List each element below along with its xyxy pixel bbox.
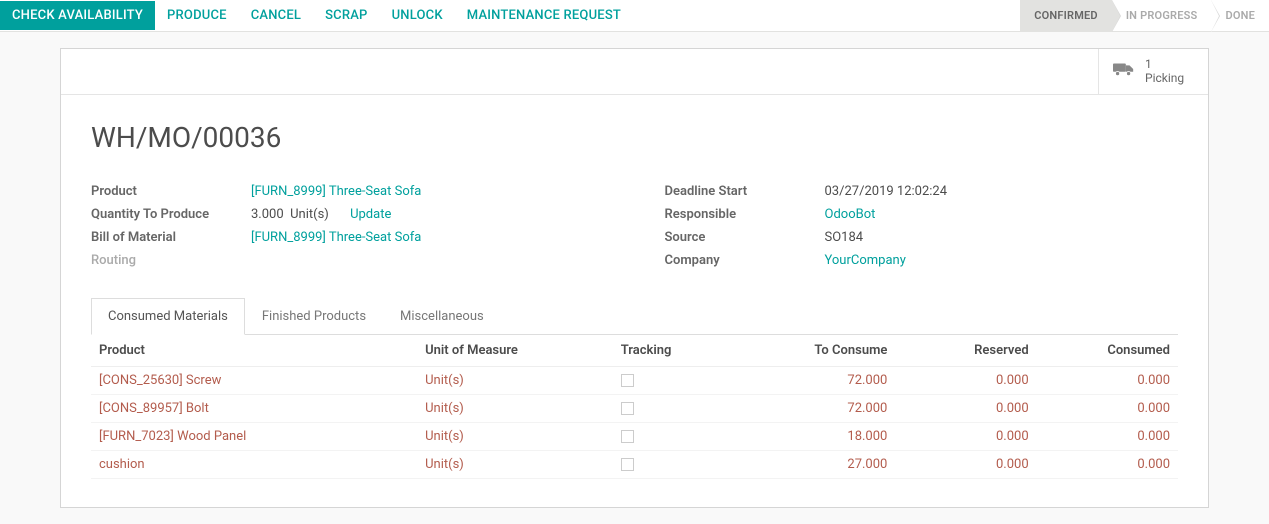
deadline-label: Deadline Start [665, 184, 825, 199]
scrap-button[interactable]: SCRAP [313, 1, 379, 30]
header-bar: CHECK AVAILABILITY PRODUCE CANCEL SCRAP … [0, 0, 1269, 32]
source-row: Source SO184 [665, 226, 1179, 249]
tab-finished-products[interactable]: Finished Products [245, 298, 383, 335]
deadline-value: 03/27/2019 12:02:24 [825, 184, 1179, 199]
cell-consumed: 0.000 [1037, 450, 1178, 478]
quantity-value: 3.000 [251, 207, 284, 222]
produce-button[interactable]: PRODUCE [155, 1, 239, 30]
maintenance-request-button[interactable]: MAINTENANCE REQUEST [455, 1, 633, 30]
table-row[interactable]: [FURN_7023] Wood PanelUnit(s)18.0000.000… [91, 422, 1178, 450]
table-row[interactable]: [CONS_89957] BoltUnit(s)72.0000.0000.000 [91, 394, 1178, 422]
deadline-row: Deadline Start 03/27/2019 12:02:24 [665, 180, 1179, 203]
tracking-checkbox[interactable] [621, 374, 634, 387]
cell-consumed: 0.000 [1037, 394, 1178, 422]
quantity-row: Quantity To Produce 3.000 Unit(s) Update [91, 203, 605, 226]
product-label: Product [91, 184, 251, 199]
tracking-checkbox[interactable] [621, 430, 634, 443]
cell-reserved: 0.000 [895, 366, 1036, 394]
cell-tracking [613, 366, 743, 394]
routing-label: Routing [91, 253, 251, 268]
picking-stat-button[interactable]: 1 Picking [1098, 49, 1208, 94]
cell-uom: Unit(s) [417, 450, 613, 478]
table-header-row: Product Unit of Measure Tracking To Cons… [91, 335, 1178, 367]
quantity-label: Quantity To Produce [91, 207, 251, 222]
sheet-wrap: 1 Picking WH/MO/00036 Product [FURN_8999… [0, 32, 1269, 524]
unlock-button[interactable]: UNLOCK [380, 1, 455, 30]
table-row[interactable]: [CONS_25630] ScrewUnit(s)72.0000.0000.00… [91, 366, 1178, 394]
form-grid: Product [FURN_8999] Three-Seat Sofa Quan… [91, 180, 1178, 272]
bom-value[interactable]: [FURN_8999] Three-Seat Sofa [251, 230, 605, 245]
col-uom[interactable]: Unit of Measure [417, 335, 613, 367]
quantity-value-wrap: 3.000 Unit(s) Update [251, 207, 605, 222]
status-in-progress[interactable]: IN PROGRESS [1112, 0, 1212, 31]
cell-tracking [613, 422, 743, 450]
picking-count: 1 [1145, 57, 1184, 71]
col-reserved[interactable]: Reserved [895, 335, 1036, 367]
product-row: Product [FURN_8999] Three-Seat Sofa [91, 180, 605, 203]
quantity-uom: Unit(s) [290, 207, 329, 222]
company-label: Company [665, 253, 825, 268]
status-bar: CONFIRMED IN PROGRESS DONE [1020, 0, 1269, 31]
stat-buttons: 1 Picking [61, 49, 1208, 95]
picking-label: Picking [1145, 71, 1184, 85]
tabs: Consumed Materials Finished Products Mis… [91, 298, 1178, 335]
responsible-label: Responsible [665, 207, 825, 222]
truck-icon [1113, 61, 1135, 81]
company-value[interactable]: YourCompany [825, 253, 1179, 268]
source-label: Source [665, 230, 825, 245]
action-buttons: CHECK AVAILABILITY PRODUCE CANCEL SCRAP … [0, 0, 633, 31]
cell-to-consume: 27.000 [743, 450, 895, 478]
cell-product[interactable]: [FURN_7023] Wood Panel [91, 422, 417, 450]
product-value[interactable]: [FURN_8999] Three-Seat Sofa [251, 184, 605, 199]
tracking-checkbox[interactable] [621, 458, 634, 471]
bom-row: Bill of Material [FURN_8999] Three-Seat … [91, 226, 605, 249]
source-value: SO184 [825, 230, 1179, 245]
tracking-checkbox[interactable] [621, 402, 634, 415]
check-availability-button[interactable]: CHECK AVAILABILITY [0, 1, 155, 30]
consumed-materials-table: Product Unit of Measure Tracking To Cons… [91, 335, 1178, 479]
cell-consumed: 0.000 [1037, 366, 1178, 394]
col-tracking[interactable]: Tracking [613, 335, 743, 367]
update-quantity-link[interactable]: Update [350, 207, 391, 222]
cell-product[interactable]: [CONS_25630] Screw [91, 366, 417, 394]
responsible-value[interactable]: OdooBot [825, 207, 1179, 222]
cell-to-consume: 72.000 [743, 366, 895, 394]
right-column: Deadline Start 03/27/2019 12:02:24 Respo… [665, 180, 1179, 272]
cancel-button[interactable]: CANCEL [239, 1, 313, 30]
bom-label: Bill of Material [91, 230, 251, 245]
cell-tracking [613, 450, 743, 478]
col-product[interactable]: Product [91, 335, 417, 367]
sheet-body: WH/MO/00036 Product [FURN_8999] Three-Se… [61, 95, 1208, 499]
left-column: Product [FURN_8999] Three-Seat Sofa Quan… [91, 180, 605, 272]
company-row: Company YourCompany [665, 249, 1179, 272]
col-consumed[interactable]: Consumed [1037, 335, 1178, 367]
cell-tracking [613, 394, 743, 422]
routing-row: Routing [91, 249, 605, 272]
form-sheet: 1 Picking WH/MO/00036 Product [FURN_8999… [60, 48, 1209, 508]
tab-consumed-materials[interactable]: Consumed Materials [91, 298, 245, 335]
cell-product[interactable]: cushion [91, 450, 417, 478]
cell-to-consume: 72.000 [743, 394, 895, 422]
cell-reserved: 0.000 [895, 450, 1036, 478]
table-row[interactable]: cushionUnit(s)27.0000.0000.000 [91, 450, 1178, 478]
cell-product[interactable]: [CONS_89957] Bolt [91, 394, 417, 422]
cell-reserved: 0.000 [895, 394, 1036, 422]
cell-uom: Unit(s) [417, 394, 613, 422]
page-title: WH/MO/00036 [91, 121, 1178, 154]
cell-to-consume: 18.000 [743, 422, 895, 450]
status-confirmed[interactable]: CONFIRMED [1020, 0, 1112, 31]
responsible-row: Responsible OdooBot [665, 203, 1179, 226]
stat-lines: 1 Picking [1145, 57, 1184, 86]
cell-uom: Unit(s) [417, 366, 613, 394]
cell-reserved: 0.000 [895, 422, 1036, 450]
col-to-consume[interactable]: To Consume [743, 335, 895, 367]
cell-uom: Unit(s) [417, 422, 613, 450]
tab-miscellaneous[interactable]: Miscellaneous [383, 298, 501, 335]
cell-consumed: 0.000 [1037, 422, 1178, 450]
